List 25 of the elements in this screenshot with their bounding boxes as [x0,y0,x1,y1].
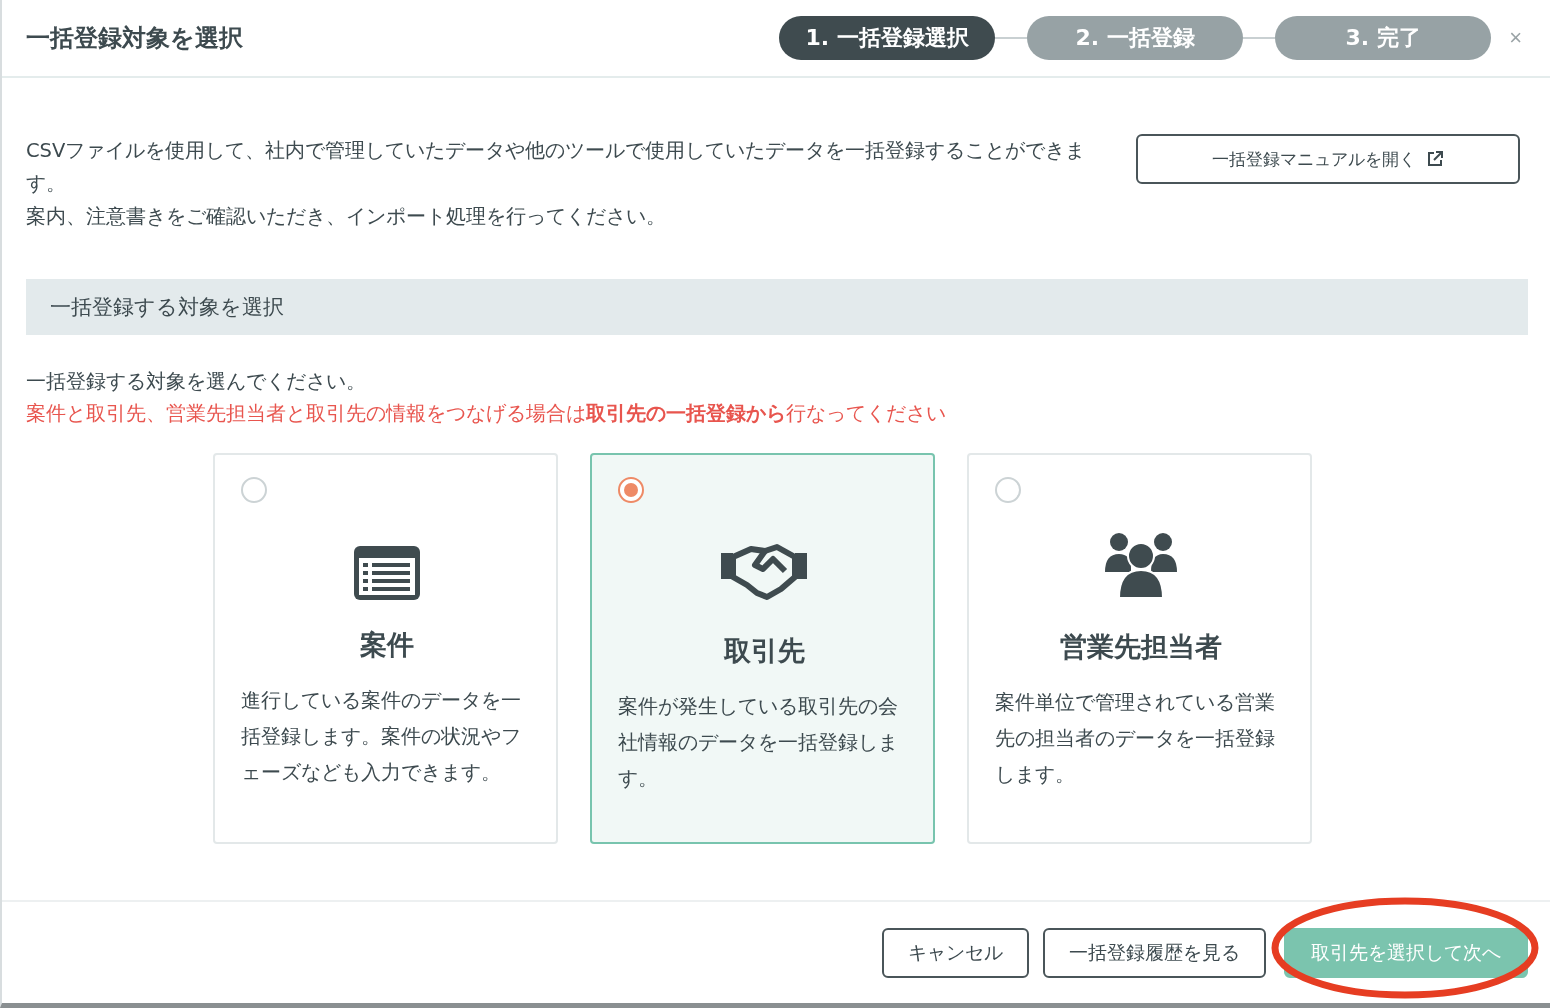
option-title: 営業先担当者 [1060,630,1222,664]
option-card[interactable]: 営業先担当者 案件単位で管理されている営業先の担当者のデータを一括登録します。 [966,453,1312,844]
notice-text: 案件と取引先、営業先担当者と取引先の情報をつなげる場合は取引先の一括登録から行なってください [26,400,947,427]
dialog-title: 一括登録対象を選択 [26,23,244,54]
radio-button[interactable] [617,477,644,503]
cancel-button[interactable]: キャンセル [882,927,1029,978]
option-description: 案件が発生している取引先の会社情報のデータを一括登録します。 [617,694,899,792]
history-button[interactable]: 一括登録履歴を見る [1043,927,1266,978]
radio-button[interactable] [994,477,1021,503]
section-header: 一括登録する対象を選択 [26,279,1528,335]
option-description: 案件単位で管理されている営業先の担当者のデータを一括登録します。 [994,690,1276,788]
option-title: 案件 [360,628,414,662]
prompt-text: 一括登録する対象を選んでください。 [26,368,367,395]
intro-text: CSVファイルを使用して、社内で管理していたデータや他のツールで使用していたデータを一括登録することができます。 [26,138,1087,197]
option-title: 取引先 [723,634,805,668]
step-indicator: 3. 完了 [1275,16,1492,60]
external-link-icon [1426,150,1444,168]
option-description: 進行している案件のデータを一括登録します。案件の状況やフェーズなども入力できます。 [240,688,522,786]
manual-button[interactable]: 一括登録マニュアルを開く [1136,134,1520,184]
option-card[interactable]: 案件 進行している案件のデータを一括登録します。案件の状況やフェーズなども入力できます。 [212,453,558,844]
step-indicator: 2. 一括登録 [1027,16,1244,60]
intro-text: 案内、注意書きをご確認いただき、インポート処理を行ってください。 [26,204,667,230]
option-card[interactable]: 取引先 案件が発生している取引先の会社情報のデータを一括登録します。 [589,453,935,844]
step-indicator: 1. 一括登録選択 [779,16,996,60]
radio-button[interactable] [240,477,267,503]
